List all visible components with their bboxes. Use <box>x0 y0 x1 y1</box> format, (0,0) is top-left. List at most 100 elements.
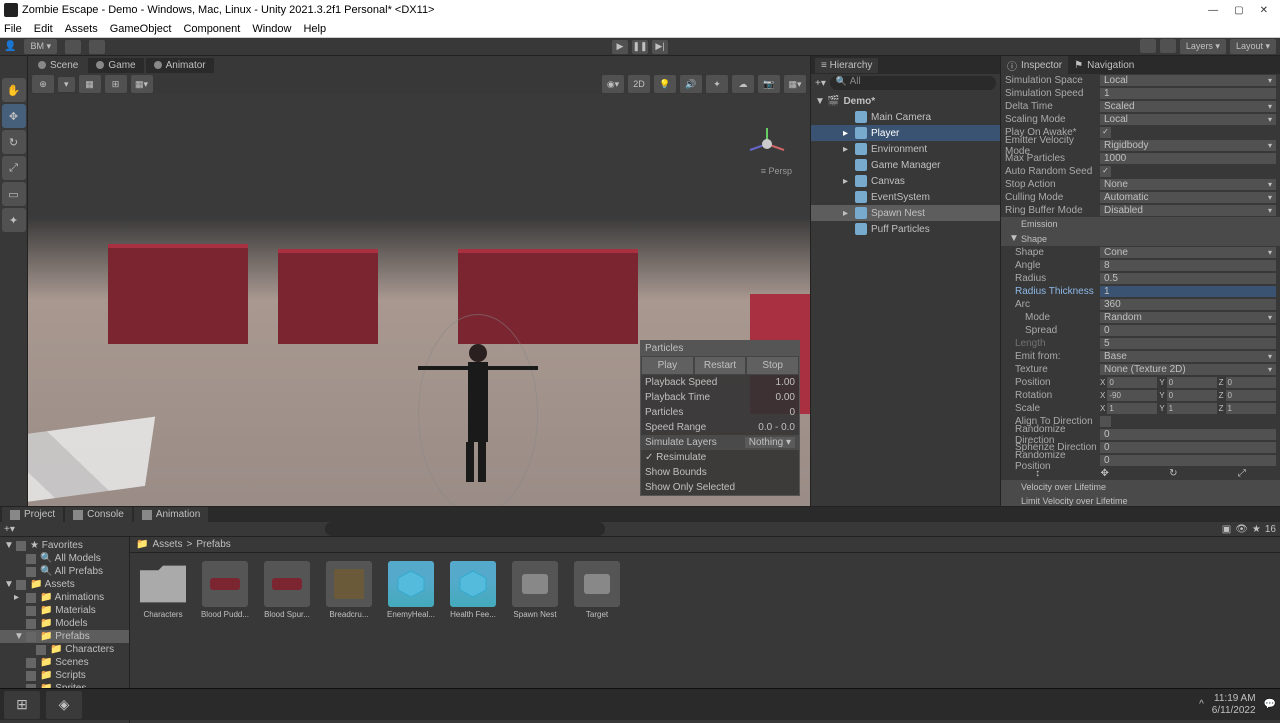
inspector-property[interactable]: Simulation Speed1 <box>1001 87 1280 100</box>
project-add-button[interactable]: +▾ <box>4 524 15 535</box>
hierarchy-item[interactable]: Game Manager <box>811 157 1000 173</box>
notifications-icon[interactable]: 💬 <box>1264 699 1276 710</box>
hierarchy-item[interactable]: ▸Canvas <box>811 173 1000 189</box>
hierarchy-add-button[interactable]: +▾ <box>815 78 826 89</box>
step-button[interactable]: ▶| <box>652 40 668 54</box>
inspector-property[interactable]: Culling ModeAutomatic <box>1001 191 1280 204</box>
hierarchy-item[interactable]: Main Camera <box>811 109 1000 125</box>
tab-navigation[interactable]: ⚑ Navigation <box>1068 58 1140 73</box>
bm-dropdown[interactable]: BM ▾ <box>24 39 57 54</box>
inspector-property[interactable]: Ring Buffer ModeDisabled <box>1001 204 1280 217</box>
light-toggle[interactable]: 💡 <box>654 75 676 93</box>
inspector-shape-property[interactable]: ShapeCone <box>1001 246 1280 259</box>
menu-component[interactable]: Component <box>183 23 240 35</box>
project-tree-item[interactable]: 📁 Scripts <box>0 669 129 682</box>
inspector-shape-property[interactable]: Spread0 <box>1001 324 1280 337</box>
shape-gizmo-rotate-icon[interactable]: ↻ <box>1169 468 1177 479</box>
project-fav-icon[interactable]: ★ <box>1252 524 1261 535</box>
hand-tool[interactable]: ✋ <box>2 78 26 102</box>
inspector-property[interactable]: Max Particles1000 <box>1001 152 1280 165</box>
project-tree-item[interactable]: ▸📁 Animations <box>0 591 129 604</box>
particle-play-button[interactable]: Play <box>641 356 694 375</box>
shape-gizmo-scale-icon[interactable]: ⤢ <box>1238 468 1246 479</box>
tab-animation[interactable]: Animation <box>134 507 208 522</box>
project-tree-item[interactable]: 🔍 All Models <box>0 552 129 565</box>
inspector-module[interactable]: Emission <box>1001 217 1280 231</box>
pivot-toggle[interactable]: ⊕ <box>32 75 54 93</box>
inspector-shape-property[interactable]: TextureNone (Texture 2D) <box>1001 363 1280 376</box>
project-tree-item[interactable]: 📁 Materials <box>0 604 129 617</box>
project-breadcrumb[interactable]: 📁 Assets > Prefabs <box>130 537 1280 553</box>
menu-file[interactable]: File <box>4 23 22 35</box>
hierarchy-search[interactable]: 🔍 All <box>830 76 996 90</box>
orientation-gizmo[interactable] <box>742 124 792 164</box>
scene-viewport[interactable]: ≡ Persp Particles Play Restart Stop Play… <box>28 94 810 506</box>
tab-animator[interactable]: Animator <box>146 58 214 73</box>
hierarchy-item[interactable]: ▸Spawn Nest <box>811 205 1000 221</box>
particle-stop-button[interactable]: Stop <box>746 356 799 375</box>
layers-dropdown[interactable]: Layers ▾ <box>1180 39 1226 54</box>
inspector-module[interactable]: Velocity over Lifetime <box>1001 480 1280 494</box>
project-tree-item[interactable]: 🔍 All Prefabs <box>0 565 129 578</box>
project-tree-item[interactable]: ▼📁 Assets <box>0 578 129 591</box>
hierarchy-item[interactable]: Puff Particles <box>811 221 1000 237</box>
fx-toggle[interactable]: ✦ <box>706 75 728 93</box>
scene-visibility[interactable]: ☁ <box>732 75 754 93</box>
inspector-property[interactable]: Delta TimeScaled <box>1001 100 1280 113</box>
tab-hierarchy[interactable]: ≡ Hierarchy <box>815 58 878 73</box>
inspector-shape-option[interactable]: Randomize Direction0 <box>1001 428 1280 441</box>
menu-gameobject[interactable]: GameObject <box>110 23 172 35</box>
snap-grid[interactable]: ⊞ <box>105 75 127 93</box>
particle-restart-button[interactable]: Restart <box>694 356 747 375</box>
tab-project[interactable]: Project <box>2 507 63 522</box>
inspector-transform-row[interactable]: PositionX0Y0Z0 <box>1001 376 1280 389</box>
inspector-shape-property[interactable]: Angle8 <box>1001 259 1280 272</box>
menu-edit[interactable]: Edit <box>34 23 53 35</box>
snap-increment[interactable]: ▦ <box>79 75 101 93</box>
inspector-transform-row[interactable]: RotationX-90Y0Z0 <box>1001 389 1280 402</box>
project-search[interactable] <box>325 522 605 536</box>
inspector-shape-property[interactable]: Arc360 <box>1001 298 1280 311</box>
menu-assets[interactable]: Assets <box>65 23 98 35</box>
menu-window[interactable]: Window <box>252 23 291 35</box>
inspector-shape-property[interactable]: ModeRandom <box>1001 311 1280 324</box>
project-filter-icon[interactable]: ▣ <box>1222 524 1231 535</box>
project-visibility-icon[interactable]: 👁 <box>1235 524 1248 535</box>
history-icon[interactable] <box>89 40 105 54</box>
particle-row[interactable]: Show Only Selected <box>641 480 799 495</box>
taskbar-clock[interactable]: 11:19 AM 6/11/2022 <box>1212 693 1256 717</box>
close-button[interactable]: ✕ <box>1260 5 1268 16</box>
taskbar-unity-icon[interactable]: ◈ <box>46 691 82 719</box>
cloud-icon[interactable] <box>65 40 81 54</box>
inspector-shape-property[interactable]: Emit from:Base <box>1001 350 1280 363</box>
start-button[interactable]: ⊞ <box>4 691 40 719</box>
inspector-property[interactable]: Auto Random Seed <box>1001 165 1280 178</box>
inspector-property[interactable]: Emitter Velocity ModeRigidbody <box>1001 139 1280 152</box>
scene-camera[interactable]: 📷 <box>758 75 780 93</box>
gizmos-dropdown[interactable]: ▦▾ <box>784 75 806 93</box>
inspector-module[interactable]: Limit Velocity over Lifetime <box>1001 494 1280 506</box>
hierarchy-item[interactable]: EventSystem <box>811 189 1000 205</box>
minimize-button[interactable]: — <box>1208 5 1218 16</box>
tab-scene[interactable]: Scene <box>30 58 86 73</box>
tab-console[interactable]: Console <box>65 507 132 522</box>
rect-tool[interactable]: ▭ <box>2 182 26 206</box>
rotate-tool[interactable]: ↻ <box>2 130 26 154</box>
search-icon[interactable] <box>1160 39 1176 53</box>
project-tree-item[interactable]: ▼📁 Prefabs <box>0 630 129 643</box>
particle-row[interactable]: Show Bounds <box>641 465 799 480</box>
hierarchy-item[interactable]: ▸Player <box>811 125 1000 141</box>
inspector-shape-option[interactable]: Randomize Position0 <box>1001 454 1280 467</box>
shape-gizmo-all-icon[interactable]: ✥ <box>1100 468 1108 479</box>
pause-button[interactable]: ❚❚ <box>632 40 648 54</box>
hierarchy-item[interactable]: ▸Environment <box>811 141 1000 157</box>
2d-toggle[interactable]: 2D <box>628 75 650 93</box>
maximize-button[interactable]: ▢ <box>1234 5 1243 16</box>
hierarchy-scene-root[interactable]: ▼🎬 Demo* <box>811 94 1000 109</box>
inspector-shape-property[interactable]: Length5 <box>1001 337 1280 350</box>
tray-chevron-icon[interactable]: ^ <box>1199 699 1204 710</box>
audio-toggle[interactable]: 🔊 <box>680 75 702 93</box>
inspector-property[interactable]: Scaling ModeLocal <box>1001 113 1280 126</box>
particle-row[interactable]: Simulate LayersNothing ▾ <box>641 435 799 450</box>
inspector-property[interactable]: Simulation SpaceLocal <box>1001 74 1280 87</box>
